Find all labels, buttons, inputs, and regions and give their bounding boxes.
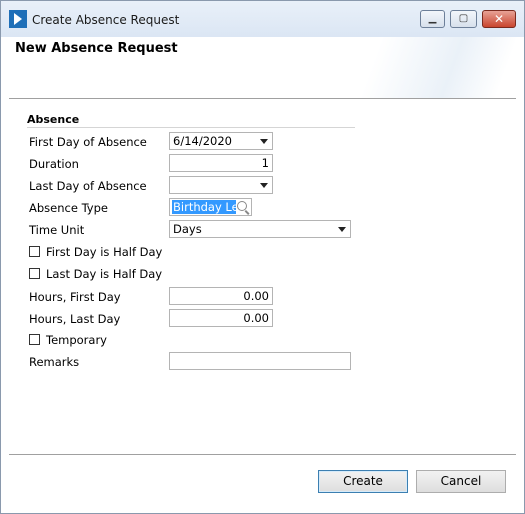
- temporary-checkbox[interactable]: [29, 334, 40, 345]
- last-day-dropdown[interactable]: [169, 176, 273, 194]
- section-title: Absence: [27, 113, 80, 126]
- maximize-button[interactable]: ▢: [450, 10, 477, 28]
- hours-first-day-label: Hours, First Day: [29, 290, 121, 304]
- time-unit-label: Time Unit: [29, 223, 85, 237]
- hours-first-day-value: 0.00: [243, 289, 269, 303]
- time-unit-dropdown[interactable]: Days: [169, 220, 351, 238]
- hours-last-day-input[interactable]: 0.00: [169, 309, 273, 327]
- hours-first-day-input[interactable]: 0.00: [169, 287, 273, 305]
- hours-last-day-label: Hours, Last Day: [29, 312, 121, 326]
- first-half-day-label: First Day is Half Day: [46, 245, 163, 259]
- duration-input[interactable]: 1: [169, 154, 273, 172]
- absence-type-label: Absence Type: [29, 201, 108, 215]
- minimize-button[interactable]: ▁: [420, 10, 445, 28]
- last-half-day-checkbox[interactable]: [29, 268, 40, 279]
- remarks-label: Remarks: [29, 355, 80, 369]
- time-unit-value: Days: [173, 222, 202, 236]
- first-half-day-checkbox[interactable]: [29, 246, 40, 257]
- search-icon[interactable]: [237, 201, 247, 211]
- first-day-dropdown[interactable]: 6/14/2020: [169, 132, 273, 150]
- section-divider: [27, 127, 355, 128]
- last-day-label: Last Day of Absence: [29, 179, 147, 193]
- first-day-label: First Day of Absence: [29, 135, 147, 149]
- chevron-down-icon[interactable]: [260, 183, 268, 188]
- hours-last-day-value: 0.00: [243, 311, 269, 325]
- first-day-value: 6/14/2020: [173, 134, 232, 148]
- absence-type-lookup[interactable]: Birthday Le: [169, 198, 252, 216]
- chevron-down-icon[interactable]: [260, 139, 268, 144]
- create-button[interactable]: Create: [318, 470, 408, 493]
- absence-type-value: Birthday Le: [172, 200, 236, 214]
- title-bar[interactable]: Create Absence Request ▁ ▢ ✕: [1, 1, 524, 37]
- remarks-input[interactable]: [169, 352, 351, 370]
- dialog-window: Create Absence Request ▁ ▢ ✕ New Absence…: [0, 0, 525, 514]
- duration-value: 1: [261, 156, 269, 170]
- close-button[interactable]: ✕: [482, 10, 516, 28]
- chevron-down-icon[interactable]: [338, 227, 346, 232]
- app-chevron-icon: [9, 10, 27, 28]
- window-title: Create Absence Request: [32, 13, 180, 27]
- duration-label: Duration: [29, 157, 79, 171]
- last-half-day-label: Last Day is Half Day: [46, 267, 163, 281]
- temporary-label: Temporary: [46, 333, 107, 347]
- header-divider: [9, 98, 516, 99]
- page-title: New Absence Request: [15, 41, 178, 56]
- cancel-button[interactable]: Cancel: [416, 470, 506, 493]
- footer-divider: [9, 454, 516, 455]
